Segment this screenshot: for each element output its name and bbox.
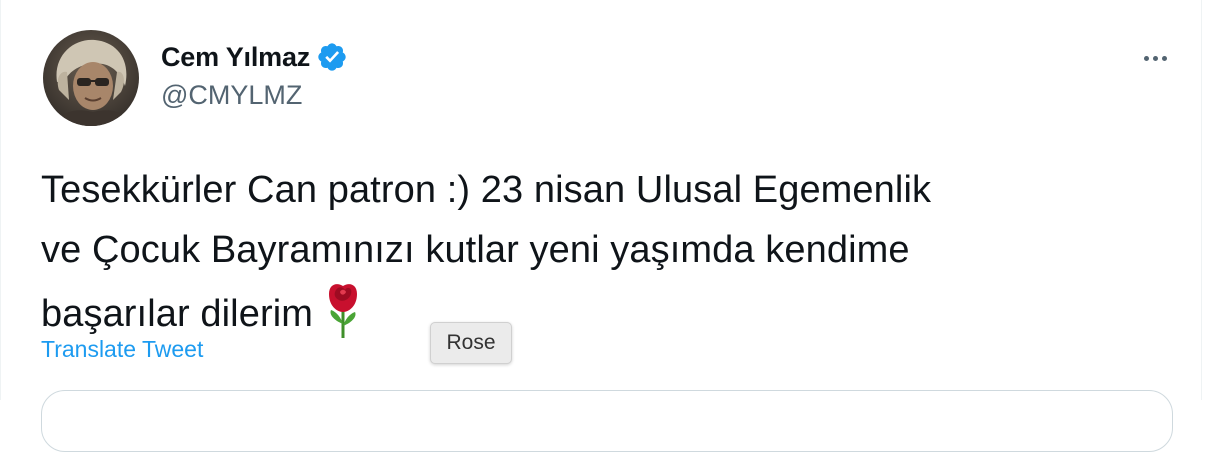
translate-tweet-link[interactable]: Translate Tweet: [41, 336, 203, 363]
tweet-card: Cem Yılmaz @CMYLMZ Tesekkürler Can patro…: [0, 0, 1202, 452]
author-name[interactable]: Cem Yılmaz: [161, 42, 310, 73]
author-handle[interactable]: @CMYLMZ: [161, 80, 302, 111]
tweet-text-line: Tesekkürler Can patron :) 23 nisan Ulusa…: [41, 169, 932, 211]
verified-badge-icon: [318, 43, 346, 71]
more-options-icon[interactable]: [1137, 46, 1173, 70]
author-name-row: Cem Yılmaz: [161, 40, 348, 74]
tweet-text-line: başarılar dilerim: [41, 280, 1161, 344]
tweet-text-line: ve Çocuk Bayramınızı kutlar yeni yaşımda…: [41, 229, 910, 271]
avatar-photo: [43, 30, 139, 126]
rose-icon[interactable]: [323, 280, 363, 340]
quoted-tweet-box[interactable]: [41, 390, 1173, 452]
tweet-text-line-content: başarılar dilerim: [41, 293, 314, 335]
avatar[interactable]: [43, 30, 139, 126]
emoji-tooltip: Rose: [430, 322, 512, 364]
tweet-text: Tesekkürler Can patron :) 23 nisan Ulusa…: [41, 160, 1161, 344]
